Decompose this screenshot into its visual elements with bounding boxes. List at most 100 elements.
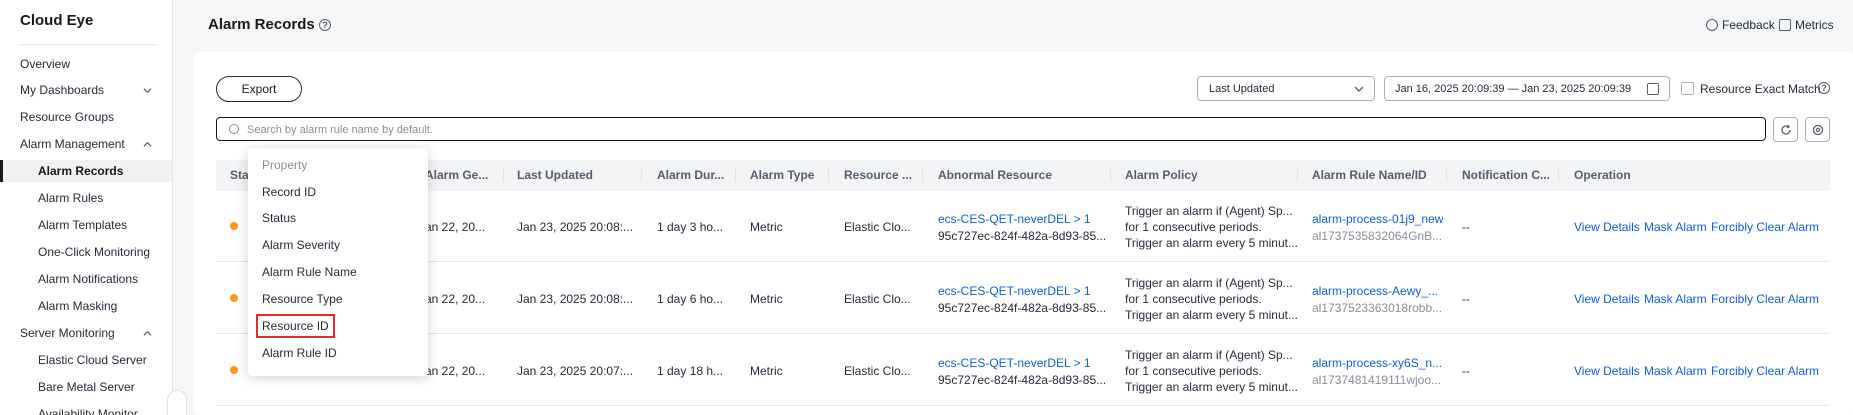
property-dropdown: Property Record ID Status Alarm Severity… <box>248 148 428 376</box>
column-header-last-updated[interactable]: Last Updated <box>517 160 627 191</box>
column-header-alarm-type[interactable]: Alarm Type <box>750 160 820 191</box>
dropdown-item-alarm-severity[interactable]: Alarm Severity <box>248 233 428 257</box>
mask-alarm-link[interactable]: Mask Alarm <box>1644 220 1707 234</box>
force-clear-alarm-link[interactable]: Forcibly Clear Alarm <box>1711 364 1819 378</box>
sidebar-item-label: Bare Metal Server <box>38 380 135 394</box>
column-header-alarm-generated[interactable]: Alarm Ge... <box>425 160 499 191</box>
help-icon[interactable]: ? <box>1818 82 1830 94</box>
column-divider <box>1110 169 1111 182</box>
alarm-rule-link[interactable]: alarm-process-01j9_new <box>1312 212 1443 226</box>
metrics-link[interactable]: Metrics <box>1779 18 1834 32</box>
view-details-link[interactable]: View Details <box>1574 292 1640 306</box>
resource-name-link[interactable]: ecs-CES-QET-neverDEL > 1 <box>938 356 1091 370</box>
metrics-label: Metrics <box>1795 18 1834 32</box>
mask-alarm-link[interactable]: Mask Alarm <box>1644 364 1707 378</box>
cell-updated: Jan 23, 2025 20:08:... <box>517 220 634 234</box>
dropdown-item-label: Resource Type <box>262 292 343 306</box>
resource-exact-match-checkbox[interactable] <box>1681 82 1694 95</box>
cell-policy-line: for 1 consecutive periods. <box>1125 220 1262 234</box>
cell-policy-line: Trigger an alarm if (Agent) Sp... <box>1125 204 1293 218</box>
sidebar-item-bare-metal-server[interactable]: Bare Metal Server <box>0 376 172 398</box>
sidebar-item-server-monitoring[interactable]: Server Monitoring <box>0 322 172 344</box>
sidebar-item-label: Alarm Masking <box>38 299 118 313</box>
cell-generated: an 22, 20... <box>425 220 486 234</box>
cell-resource-type: Elastic Clo... <box>844 220 911 234</box>
dropdown-item-alarm-rule-name[interactable]: Alarm Rule Name <box>248 260 428 284</box>
force-clear-alarm-link[interactable]: Forcibly Clear Alarm <box>1711 220 1819 234</box>
sidebar-item-overview[interactable]: Overview <box>0 53 172 75</box>
refresh-icon <box>1781 124 1791 135</box>
sidebar-item-resource-groups[interactable]: Resource Groups <box>0 106 172 128</box>
dropdown-item-resource-type[interactable]: Resource Type <box>248 287 428 311</box>
sidebar-item-alarm-notifications[interactable]: Alarm Notifications <box>0 268 172 290</box>
column-header-notification[interactable]: Notification C... <box>1462 160 1552 191</box>
cell-updated: Jan 23, 2025 20:07:... <box>517 364 634 378</box>
cell-notification: -- <box>1462 364 1470 378</box>
column-divider <box>503 169 504 182</box>
column-header-status[interactable]: Sta <box>230 160 250 191</box>
date-range-picker[interactable]: Jan 16, 2025 20:09:39 — Jan 23, 2025 20:… <box>1384 76 1670 101</box>
refresh-button[interactable] <box>1773 117 1798 142</box>
column-divider <box>1446 169 1447 182</box>
alarm-rule-link[interactable]: alarm-process-xy6S_n... <box>1312 356 1442 370</box>
feedback-link[interactable]: Feedback <box>1706 18 1775 32</box>
dropdown-item-label: Resource ID <box>256 314 335 338</box>
table-row: an 22, 20... Jan 23, 2025 20:07:... 1 da… <box>216 335 1830 406</box>
smile-icon <box>1706 19 1718 31</box>
sidebar-item-alarm-templates[interactable]: Alarm Templates <box>0 214 172 236</box>
column-header-alarm-policy[interactable]: Alarm Policy <box>1125 160 1285 191</box>
sort-select[interactable]: Last Updated <box>1197 76 1375 101</box>
column-header-resource-type[interactable]: Resource ... <box>844 160 914 191</box>
chevron-down-icon <box>143 88 152 94</box>
chevron-down-icon <box>1354 86 1364 92</box>
status-dot <box>230 366 238 374</box>
export-button[interactable]: Export <box>216 76 302 102</box>
alarm-rule-link[interactable]: alarm-process-Aewy_... <box>1312 284 1438 298</box>
sidebar-item-alarm-management[interactable]: Alarm Management <box>0 133 172 155</box>
dropdown-item-record-id[interactable]: Record ID <box>248 180 428 204</box>
sidebar-item-alarm-masking[interactable]: Alarm Masking <box>0 295 172 317</box>
chevron-up-icon <box>143 330 152 336</box>
sidebar-item-alarm-records[interactable]: Alarm Records <box>0 160 172 182</box>
view-details-link[interactable]: View Details <box>1574 364 1640 378</box>
sidebar-item-availability-monitor[interactable]: Availability Monitor <box>0 403 172 415</box>
sidebar-item-label: One-Click Monitoring <box>38 245 151 259</box>
cell-policy-line: for 1 consecutive periods. <box>1125 292 1262 306</box>
cell-rule-id: al1737481419111wjoo... <box>1312 373 1441 387</box>
sidebar-item-one-click-monitoring[interactable]: One-Click Monitoring <box>0 241 172 263</box>
sidebar-item-label: Alarm Templates <box>38 218 128 232</box>
sidebar-collapse-handle[interactable] <box>167 390 187 415</box>
dropdown-item-status[interactable]: Status <box>248 206 428 230</box>
column-divider <box>641 169 642 182</box>
sidebar-item-my-dashboards[interactable]: My Dashboards <box>0 79 172 101</box>
dropdown-item-alarm-rule-id[interactable]: Alarm Rule ID <box>248 341 428 365</box>
chevron-up-icon <box>143 141 152 147</box>
dropdown-item-resource-id[interactable]: Resource ID <box>248 314 428 338</box>
mask-alarm-link[interactable]: Mask Alarm <box>1644 292 1707 306</box>
sidebar-item-elastic-cloud-server[interactable]: Elastic Cloud Server <box>0 349 172 371</box>
cell-duration: 1 day 6 ho... <box>657 292 724 306</box>
resource-name-link[interactable]: ecs-CES-QET-neverDEL > 1 <box>938 284 1091 298</box>
column-header-abnormal-resource[interactable]: Abnormal Resource <box>938 160 1098 191</box>
sidebar-title: Cloud Eye <box>20 12 94 29</box>
force-clear-alarm-link[interactable]: Forcibly Clear Alarm <box>1711 292 1819 306</box>
sidebar-item-label: Server Monitoring <box>20 326 115 340</box>
cell-policy-line: Trigger an alarm every 5 minut... <box>1125 236 1298 250</box>
column-header-alarm-rule[interactable]: Alarm Rule Name/ID <box>1312 160 1442 191</box>
search-icon <box>229 124 239 134</box>
view-details-link[interactable]: View Details <box>1574 220 1640 234</box>
status-dot <box>230 222 238 230</box>
search-box[interactable] <box>216 117 1766 141</box>
dropdown-item-label: Alarm Severity <box>262 238 341 252</box>
dropdown-item-label: Status <box>262 211 297 225</box>
column-divider <box>1297 169 1298 182</box>
help-icon[interactable]: ? <box>319 19 331 31</box>
sidebar-item-label: Overview <box>20 57 71 71</box>
resource-name-link[interactable]: ecs-CES-QET-neverDEL > 1 <box>938 212 1091 226</box>
cell-rule-id: al1737535832064GnB... <box>1312 229 1443 243</box>
sidebar-item-alarm-rules[interactable]: Alarm Rules <box>0 187 172 209</box>
search-input[interactable] <box>247 121 1747 138</box>
sidebar-divider <box>20 44 156 45</box>
settings-button[interactable] <box>1805 117 1830 142</box>
column-header-alarm-duration[interactable]: Alarm Dur... <box>657 160 727 191</box>
